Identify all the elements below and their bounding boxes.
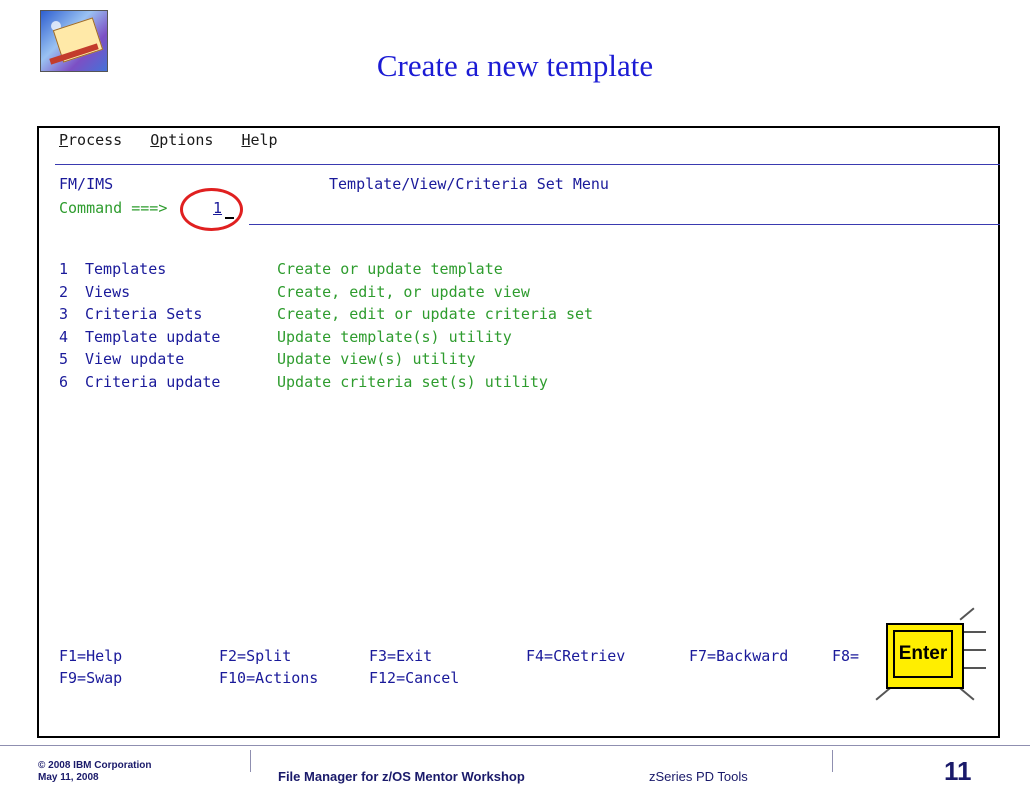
option-criteria-sets[interactable]: 3 Criteria Sets Create, edit or update cri… [59, 303, 593, 326]
option-criteria-update[interactable]: 6 Criteria update Update criteria set(s) u… [59, 371, 593, 394]
footer-separator [250, 750, 251, 772]
footer-divider [0, 745, 1030, 746]
option-list: 1 Templates Create or update template 2 Vie… [59, 258, 593, 394]
fkey-f1-help[interactable]: F1=Help [59, 645, 219, 667]
fkey-f7-backward[interactable]: F7=Backward [689, 645, 832, 667]
panel-id: FM/IMS [59, 175, 114, 193]
menu-help[interactable]: Help [241, 131, 277, 149]
fkey-f9-swap[interactable]: F9=Swap [59, 667, 219, 689]
option-number: 2 [59, 282, 69, 301]
footer-copyright-text: © 2008 IBM Corporation [38, 760, 152, 771]
option-desc: Create or update template [277, 260, 503, 278]
function-key-bar: F1=Help F2=Split F3=Exit F4=CRetriev F7=… [59, 645, 872, 689]
terminal-panel: Process Options Help FM/IMS Template/Vie… [37, 126, 1000, 738]
fkey-f2-split[interactable]: F2=Split [219, 645, 369, 667]
panel-title: Template/View/Criteria Set Menu [329, 175, 609, 193]
command-divider [249, 224, 1000, 225]
option-template-update[interactable]: 4 Template update Update template(s) utili… [59, 326, 593, 349]
enter-key-label: Enter [893, 630, 953, 678]
option-name: Criteria update [85, 372, 221, 391]
option-number: 4 [59, 327, 69, 346]
fkey-f8[interactable]: F8= [832, 645, 872, 667]
option-desc: Create, edit, or update view [277, 282, 530, 301]
option-number: 3 [59, 305, 69, 324]
option-view-update[interactable]: 5 View update Update view(s) utility [59, 348, 593, 371]
option-number: 5 [59, 350, 69, 369]
fkey-f3-exit[interactable]: F3=Exit [369, 645, 526, 667]
option-name: Views [85, 282, 131, 301]
option-desc: Update criteria set(s) utility [277, 372, 548, 391]
command-label: Command ===> [59, 199, 168, 217]
option-views[interactable]: 2 Views Create, edit, or update view [59, 281, 593, 304]
option-name: View update [85, 350, 185, 369]
fkey-f12-cancel[interactable]: F12=Cancel [369, 667, 526, 689]
fkey-f4-cretriev[interactable]: F4=CRetriev [526, 645, 689, 667]
option-desc: Update template(s) utility [277, 327, 512, 346]
highlight-circle [180, 188, 243, 231]
footer-copyright: © 2008 IBM Corporation May 11, 2008 [38, 760, 152, 784]
option-name: Template update [85, 327, 221, 346]
option-desc: Update view(s) utility [277, 350, 476, 369]
slide-title: Create a new template [376, 48, 654, 83]
footer-course: File Manager for z/OS Mentor Workshop [278, 769, 525, 784]
menu-bar: Process Options Help [59, 131, 278, 149]
page-number: 11 [944, 756, 972, 786]
option-number: 1 [59, 260, 69, 278]
menu-process[interactable]: Process [59, 131, 122, 149]
option-desc: Create, edit or update criteria set [277, 305, 594, 324]
footer-separator [832, 750, 833, 772]
fkey-f10-actions[interactable]: F10=Actions [219, 667, 369, 689]
footer-date: May 11, 2008 [38, 772, 99, 783]
enter-key-icon[interactable]: Enter [875, 607, 986, 701]
option-number: 6 [59, 372, 69, 391]
menu-divider [55, 164, 1000, 165]
footer-tools: zSeries PD Tools [649, 769, 748, 784]
option-name: Criteria Sets [85, 305, 203, 324]
option-name: Templates [85, 260, 167, 278]
menu-options[interactable]: Options [150, 131, 213, 149]
option-templates[interactable]: 1 Templates Create or update template [59, 258, 593, 281]
